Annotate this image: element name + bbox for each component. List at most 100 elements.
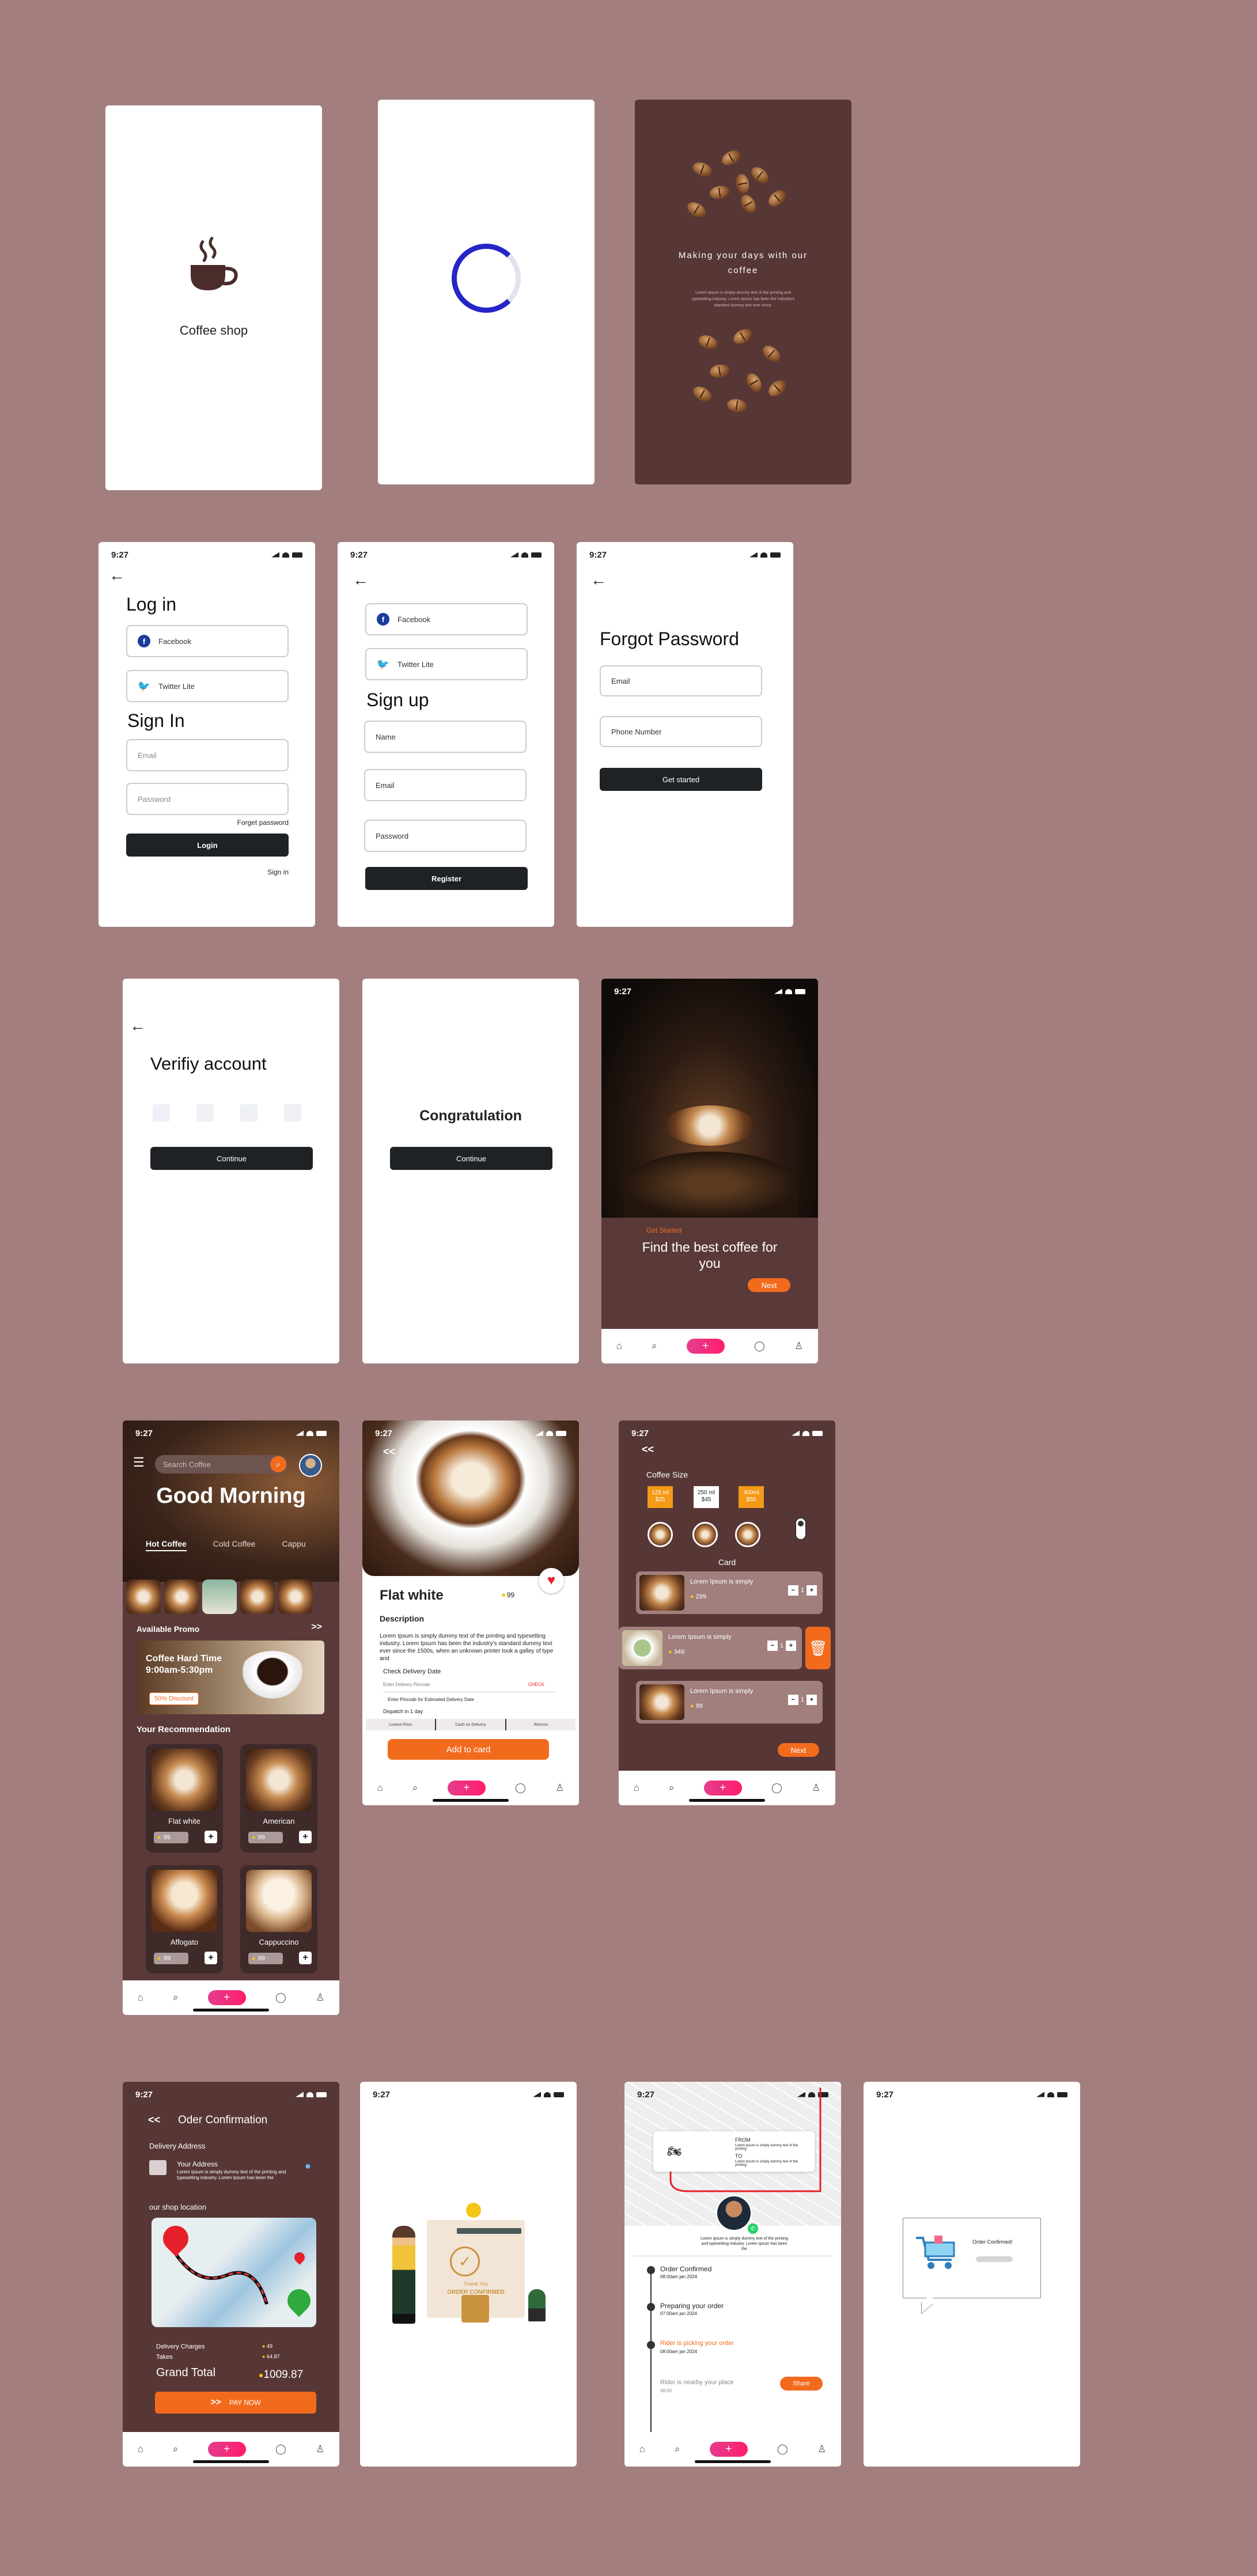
add-to-card-button[interactable]: Add to card <box>388 1739 549 1760</box>
add-button[interactable]: + <box>709 2442 748 2457</box>
back-button[interactable]: << <box>148 2114 160 2126</box>
cup-option-2[interactable] <box>692 1522 718 1547</box>
whatsapp-icon[interactable]: ✆ <box>748 2223 758 2234</box>
cup-option-1[interactable] <box>648 1522 673 1547</box>
search-icon[interactable]: ⌕ <box>412 1782 418 1794</box>
add-to-cart-button[interactable]: + <box>205 1831 217 1843</box>
tab-lowest-price[interactable]: Lowest Price <box>366 1719 436 1730</box>
back-button[interactable]: << <box>383 1446 395 1458</box>
home-icon[interactable]: ⌂ <box>616 1340 622 1352</box>
plus-button[interactable]: + <box>807 1695 817 1705</box>
add-button[interactable]: + <box>207 2442 246 2457</box>
profile-icon[interactable]: ♙ <box>794 1340 803 1352</box>
facebook-button[interactable]: f Facebook <box>126 625 289 657</box>
search-icon[interactable]: ⌕ <box>270 1456 286 1472</box>
thumb-2[interactable] <box>164 1579 199 1614</box>
add-to-cart-button[interactable]: + <box>205 1952 217 1964</box>
get-started-button[interactable]: Get started <box>600 768 762 791</box>
location-pin-icon[interactable]: ● <box>305 2160 311 2172</box>
driver-avatar[interactable] <box>715 2195 752 2232</box>
cart-item[interactable]: Lorem Ipsum is simply ● 99 −1 + <box>636 1681 823 1723</box>
minus-button[interactable]: − <box>787 1585 798 1596</box>
avatar[interactable] <box>299 1454 322 1477</box>
pay-now-button[interactable]: >> PAY NOW <box>155 2392 316 2414</box>
tab-cash-on-delivery[interactable]: Cash on Delivery <box>436 1719 506 1730</box>
minus-button[interactable]: − <box>767 1641 778 1651</box>
home-icon[interactable]: ⌂ <box>377 1782 383 1794</box>
shop-map[interactable] <box>152 2218 316 2327</box>
plus-button[interactable]: + <box>786 1641 796 1651</box>
profile-icon[interactable]: ♙ <box>812 1782 820 1794</box>
thumb-4[interactable] <box>240 1579 275 1614</box>
email-field[interactable]: Email <box>364 769 527 801</box>
back-arrow-icon[interactable]: ← <box>109 567 125 584</box>
add-button[interactable]: + <box>686 1339 725 1354</box>
add-to-cart-button[interactable]: + <box>299 1831 312 1843</box>
product-card[interactable]: Cappuccino ● 99 + <box>240 1865 317 1973</box>
promo-banner[interactable]: Coffee Hard Time 9:00am-5:30pm 50% Disco… <box>137 1641 324 1714</box>
back-arrow-icon[interactable]: ← <box>353 572 369 588</box>
promo-more-link[interactable]: >> <box>311 1622 322 1632</box>
share-button[interactable]: Share <box>780 2377 823 2391</box>
profile-icon[interactable]: ♙ <box>817 2444 826 2455</box>
plus-button[interactable]: + <box>807 1585 817 1596</box>
otp-box-1[interactable] <box>153 1104 170 1122</box>
thumb-3[interactable] <box>202 1579 237 1614</box>
search-icon[interactable]: ⌕ <box>675 2444 680 2455</box>
thumb-1[interactable] <box>126 1579 161 1614</box>
profile-icon[interactable]: ♙ <box>316 1992 324 2003</box>
back-arrow-icon[interactable]: ← <box>130 1018 146 1034</box>
search-icon[interactable]: ⌕ <box>669 1782 675 1794</box>
home-icon[interactable]: ⌂ <box>634 1782 639 1794</box>
home-icon[interactable]: ⌂ <box>138 1992 143 2003</box>
favorite-heart-icon[interactable]: ♥ <box>539 1568 564 1593</box>
cart-item[interactable]: Lorem Ipsum is simply ● 299 −1 + <box>636 1571 823 1614</box>
email-field[interactable]: Email <box>600 665 762 696</box>
password-field[interactable]: Password <box>126 783 289 815</box>
next-button[interactable]: Next <box>748 1278 790 1292</box>
otp-box-4[interactable] <box>284 1104 301 1122</box>
register-button[interactable]: Register <box>365 867 528 890</box>
profile-icon[interactable]: ♙ <box>316 2444 324 2455</box>
add-button[interactable]: + <box>447 1781 486 1795</box>
pincode-input[interactable]: Enter Delivery Pincode CHECK <box>383 1682 556 1692</box>
facebook-button[interactable]: f Facebook <box>365 603 528 635</box>
tab-cold-coffee[interactable]: Cold Coffee <box>213 1539 256 1551</box>
chat-icon[interactable]: ◯ <box>515 1782 526 1794</box>
forgot-password-link[interactable]: Forget password <box>237 819 289 827</box>
password-field[interactable]: Password <box>364 820 527 852</box>
home-icon[interactable]: ⌂ <box>138 2444 143 2455</box>
back-button[interactable]: << <box>642 1444 654 1456</box>
next-button[interactable]: Next <box>778 1743 819 1757</box>
check-button[interactable]: CHECK <box>528 1682 544 1687</box>
add-to-cart-button[interactable]: + <box>299 1952 312 1964</box>
thumb-5[interactable] <box>278 1579 313 1614</box>
tab-hot-coffee[interactable]: Hot Coffee <box>146 1539 187 1551</box>
search-bar[interactable]: Search Coffee ⌕ <box>155 1455 287 1473</box>
continue-button[interactable]: Continue <box>390 1147 552 1170</box>
size-250[interactable]: 250 ml $45 <box>694 1486 719 1508</box>
minus-button[interactable]: − <box>787 1695 798 1705</box>
product-card[interactable]: Flat white ● 99 + <box>146 1744 223 1853</box>
name-field[interactable]: Name <box>364 721 527 753</box>
home-icon[interactable]: ⌂ <box>639 2444 645 2455</box>
chat-icon[interactable]: ◯ <box>275 2444 286 2455</box>
toggle-switch[interactable] <box>795 1517 807 1540</box>
continue-button[interactable]: Continue <box>150 1147 313 1170</box>
twitter-button[interactable]: 🐦 Twitter Lite <box>365 648 528 680</box>
chat-icon[interactable]: ◯ <box>771 1782 782 1794</box>
size-400[interactable]: 400ml $55 <box>739 1486 764 1508</box>
chat-icon[interactable]: ◯ <box>754 1340 765 1352</box>
twitter-button[interactable]: 🐦 Twitter Lite <box>126 670 289 702</box>
search-icon[interactable]: ⌕ <box>173 1992 179 2003</box>
login-button[interactable]: Login <box>126 834 289 857</box>
cup-option-3[interactable] <box>735 1522 760 1547</box>
search-icon[interactable]: ⌕ <box>173 2444 179 2455</box>
email-field[interactable]: Email <box>126 739 289 771</box>
otp-box-2[interactable] <box>196 1104 214 1122</box>
search-icon[interactable]: ⌕ <box>652 1340 657 1352</box>
delete-trash-icon[interactable]: 🗑 <box>805 1627 831 1669</box>
profile-icon[interactable]: ♙ <box>555 1782 564 1794</box>
menu-icon[interactable]: ☰ <box>133 1455 145 1470</box>
chat-icon[interactable]: ◯ <box>777 2444 788 2455</box>
